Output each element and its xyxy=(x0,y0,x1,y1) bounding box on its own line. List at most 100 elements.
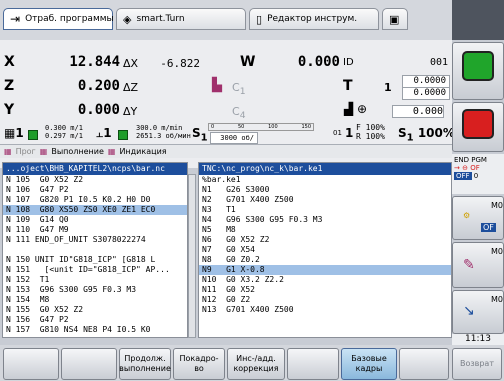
program-line[interactable]: N8 G0 Z0.2 xyxy=(199,255,451,265)
dz-label: ΔZ xyxy=(123,81,139,94)
single-block-button[interactable]: Покадро- во xyxy=(173,348,225,380)
pencil-icon: ✎ xyxy=(463,257,475,273)
c4-label: C4 xyxy=(232,105,246,122)
y-value: 0.000 xyxy=(77,102,120,118)
cnc-screen: ⇥ Отраб. программы ◈ smart.Turn ▯ Редакт… xyxy=(0,0,504,381)
base-blocks-button[interactable]: Базовые кадры xyxy=(341,348,397,380)
softkey-empty-2[interactable] xyxy=(61,348,117,380)
softkey-empty-3[interactable] xyxy=(287,348,339,380)
floppy-icon: ▣ xyxy=(389,12,400,26)
program-line[interactable]: N7 G0 X54 xyxy=(199,245,451,255)
spindle-status-icon xyxy=(118,130,128,140)
program-line[interactable]: N 105 G0 X52 Z2 xyxy=(3,175,187,185)
c1-label: C1 xyxy=(232,81,246,98)
dy-label: ΔY xyxy=(123,105,138,118)
program-line[interactable]: N1 G26 S3000 xyxy=(199,185,451,195)
end-pgm-label: END PGM xyxy=(454,156,487,164)
program-line[interactable]: N 154 M8 xyxy=(3,295,187,305)
program-line[interactable]: N 153 G96 S300 G95 F0.3 M3 xyxy=(3,285,187,295)
program-line[interactable]: N 157 G810 NS4 NE8 P4 I0.5 K0 xyxy=(3,325,187,335)
program-line[interactable]: %bar.ke1 xyxy=(199,175,451,185)
machine-red-icon xyxy=(462,109,494,139)
softkey-red[interactable] xyxy=(452,102,504,152)
program-line[interactable]: N12 G0 Z2 xyxy=(199,295,451,305)
override-values: F 100% R 100% xyxy=(356,123,385,141)
y-axis-label: Y xyxy=(4,102,15,118)
program-line[interactable]: N 150 UNIT ID"G818_ICP" [G818 L xyxy=(3,255,187,265)
arrow-icon: ↘ xyxy=(463,303,475,319)
program-line[interactable]: N 111 END_OF_UNIT S3078022274 xyxy=(3,235,187,245)
mode-tab-bar: ⇥ Отраб. программы ◈ smart.Turn ▯ Редакт… xyxy=(0,0,452,40)
c4-value: 0.000 xyxy=(392,105,444,118)
z-value: 0.200 xyxy=(77,78,120,94)
program-line[interactable]: N 155 G0 X52 Z2 xyxy=(3,305,187,315)
w-value: 0.000 xyxy=(297,54,340,70)
program-line[interactable]: N3 T1 xyxy=(199,205,451,215)
right-panel-header: TNC:\nc_prog\nc_k\bar.ke1 xyxy=(199,163,451,175)
tab-tool-editor[interactable]: ▯ Редактор инструм. xyxy=(249,8,379,30)
program-line[interactable]: N6 G0 X52 Z2 xyxy=(199,235,451,245)
softkey-empty-1[interactable] xyxy=(3,348,59,380)
program-line[interactable]: N2 G701 X400 Z500 xyxy=(199,195,451,205)
program-line[interactable]: N10 G0 X3.2 Z2.2 xyxy=(199,275,451,285)
toolbar-indic[interactable]: Индикация xyxy=(119,147,166,156)
softkey-m0-1[interactable]: M0 ⚙ OF xyxy=(452,196,504,240)
program-line[interactable] xyxy=(3,245,187,255)
program-line[interactable]: N 106 G47 P2 xyxy=(3,185,187,195)
t-value: 1 xyxy=(384,81,392,94)
program-line[interactable]: N 151 [<unit ID="G818_ICP" AP... xyxy=(3,265,187,275)
back-button[interactable]: Возврат xyxy=(452,348,502,380)
softkey-m0-2[interactable]: M0 ✎ xyxy=(452,242,504,288)
gauge-panel xyxy=(452,0,504,40)
spindle-chuck-icon: ▙ xyxy=(212,78,222,93)
left-scrollbar[interactable] xyxy=(188,174,196,338)
program-line[interactable]: N13 G701 X400 Z500 xyxy=(199,305,451,315)
program-line[interactable]: N4 G96 S300 G95 F0.3 M3 xyxy=(199,215,451,225)
channel-icon: ▦1 xyxy=(4,126,24,140)
id-label: ID xyxy=(343,57,354,68)
end-pgm-off: OFF 0 xyxy=(454,172,479,180)
rpm-field: 3000 об/мин xyxy=(210,132,258,152)
end-pgm-of: → ⊖ OF xyxy=(454,164,480,172)
load-scale: 0 50 100 150 xyxy=(208,123,314,131)
gear-icon: ⚙ xyxy=(463,211,471,220)
spindle-override: S1 100% xyxy=(398,126,455,144)
grid-icon: ▦ xyxy=(4,147,12,156)
softkey-empty-4[interactable] xyxy=(399,348,449,380)
left-program-lines: N 105 G0 X52 Z2 N 106 G47 P2 N 107 G820 P1… xyxy=(3,175,187,335)
program-line[interactable]: N 108 G80 XS50 ZS0 XE0 ZE1 EC0 xyxy=(3,205,187,215)
program-line[interactable]: N 156 G47 P2 xyxy=(3,315,187,325)
machine-green-icon xyxy=(462,51,494,81)
speed-values: 300.0 m/min 2651.3 об/мин xyxy=(136,124,191,140)
tab-smart-turn[interactable]: ◈ smart.Turn xyxy=(116,8,246,30)
id-value: 001 xyxy=(429,57,448,68)
left-program-panel[interactable]: ...oject\BHB_KAPITEL2\ncps\bar.nc N 105 … xyxy=(2,162,188,338)
toolbar-prog[interactable]: Прог xyxy=(16,147,36,156)
left-panel-header: ...oject\BHB_KAPITEL2\ncps\bar.nc xyxy=(3,163,187,175)
program-line[interactable]: N 110 G47 M9 xyxy=(3,225,187,235)
program-line[interactable]: N11 G0 X52 xyxy=(199,285,451,295)
program-line[interactable]: N9 G1 X-0.8 xyxy=(199,265,451,275)
softkey-green-1[interactable] xyxy=(452,42,504,100)
dx-value: -6.822 xyxy=(160,57,200,70)
grid-icon: ▦ xyxy=(39,147,48,156)
s1-label: S1 xyxy=(192,126,208,144)
right-program-panel[interactable]: TNC:\nc_prog\nc_k\bar.ke1 %bar.ke1 N1 G26… xyxy=(198,162,452,338)
t-label: T xyxy=(343,78,353,94)
softkey-m0-3[interactable]: M0 ↘ xyxy=(452,290,504,334)
toolbar-exec[interactable]: Выполнение xyxy=(51,147,104,156)
tab-program-run[interactable]: ⇥ Отраб. программы xyxy=(3,8,114,30)
program-line[interactable]: N 109 G14 Q0 xyxy=(3,215,187,225)
smart-turn-icon: ◈ xyxy=(123,12,132,26)
continue-run-button[interactable]: Продолж. выполнение xyxy=(119,348,171,380)
softkey-bar: Продолж. выполнение Покадро- во Инс-/адд… xyxy=(0,345,504,381)
feed-values: 0.300 m/1 0.297 m/1 xyxy=(45,124,83,140)
tool-correction-button[interactable]: Инс-/адд. коррекция xyxy=(227,348,285,380)
spindle-icon: ⫠1 xyxy=(96,126,112,140)
program-line[interactable]: N 152 T1 xyxy=(3,275,187,285)
num-1: 1 xyxy=(345,126,354,140)
program-line[interactable]: N5 M8 xyxy=(199,225,451,235)
program-line[interactable]: N 107 G820 P1 I0.5 K0.2 H0 D0 xyxy=(3,195,187,205)
tab-save[interactable]: ▣ xyxy=(382,8,408,30)
tool-holder-icon: ▟ ⊕ xyxy=(344,102,368,116)
